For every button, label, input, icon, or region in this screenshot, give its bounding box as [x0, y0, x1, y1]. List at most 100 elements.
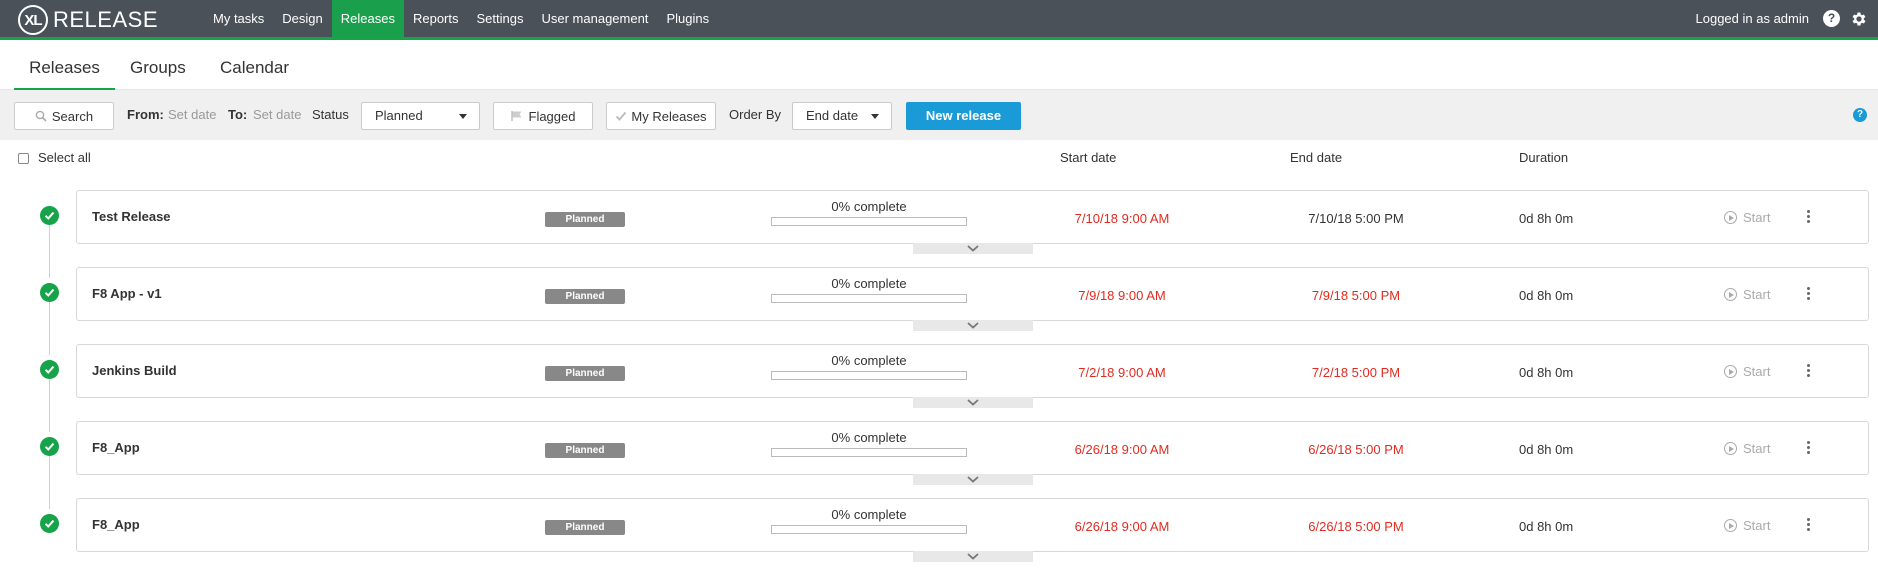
more-options-icon[interactable]: [1803, 514, 1813, 534]
start-date: 7/10/18 9:00 AM: [1074, 211, 1170, 226]
duration: 0d 8h 0m: [1519, 211, 1574, 226]
progress-text: 0% complete: [831, 276, 907, 291]
release-name[interactable]: F8 App - v1: [92, 286, 162, 301]
top-nav-bar: XL RELEASE My tasks Design Releases Repo…: [0, 0, 1878, 40]
duration: 0d 8h 0m: [1519, 288, 1574, 303]
start-button[interactable]: Start: [1724, 210, 1770, 225]
from-date-picker[interactable]: Set date: [168, 90, 216, 140]
timeline-connector: [49, 224, 50, 278]
column-header-start-date[interactable]: Start date: [1060, 150, 1116, 165]
start-label: Start: [1743, 210, 1771, 225]
tab-groups[interactable]: Groups: [130, 40, 186, 90]
more-options-icon[interactable]: [1803, 360, 1813, 380]
help-icon[interactable]: ?: [1853, 108, 1867, 122]
order-by-select[interactable]: End date: [792, 102, 892, 130]
user-area: Logged in as admin ?: [1696, 0, 1868, 37]
to-date-picker[interactable]: Set date: [253, 90, 301, 140]
progress-bar: [771, 217, 967, 226]
release-card[interactable]: F8_App Planned 0% complete 6/26/18 9:00 …: [76, 421, 1869, 475]
completed-check-icon: [40, 360, 59, 379]
progress-text: 0% complete: [831, 199, 907, 214]
logo[interactable]: XL RELEASE: [18, 5, 158, 35]
checkmark-icon: [616, 111, 627, 121]
search-button[interactable]: Search: [14, 102, 114, 130]
release-card[interactable]: F8 App - v1 Planned 0% complete 7/9/18 9…: [76, 267, 1869, 321]
play-icon: [1724, 519, 1737, 532]
release-name[interactable]: F8_App: [92, 517, 140, 532]
nav-settings[interactable]: Settings: [468, 0, 533, 37]
nav-user-management[interactable]: User management: [532, 0, 657, 37]
nav-my-tasks[interactable]: My tasks: [204, 0, 273, 37]
progress-text: 0% complete: [831, 507, 907, 522]
progress-text: 0% complete: [831, 430, 907, 445]
more-options-icon[interactable]: [1803, 206, 1813, 226]
release-card[interactable]: Test Release Planned 0% complete 7/10/18…: [76, 190, 1869, 244]
status-select[interactable]: Planned: [361, 102, 480, 130]
logo-text: RELEASE: [53, 7, 158, 32]
timeline-connector: [49, 378, 50, 432]
column-header-duration[interactable]: Duration: [1519, 150, 1568, 165]
progress-text: 0% complete: [831, 353, 907, 368]
progress-bar: [771, 371, 967, 380]
new-release-button[interactable]: New release: [906, 102, 1021, 130]
release-name[interactable]: F8_App: [92, 440, 140, 455]
completed-check-icon: [40, 437, 59, 456]
tab-releases[interactable]: Releases: [14, 40, 115, 90]
nav-releases[interactable]: Releases: [331, 0, 404, 37]
completed-check-icon: [40, 283, 59, 302]
chevron-down-icon: [459, 114, 467, 119]
expand-row-button[interactable]: [913, 243, 1033, 254]
filter-bar: Search From: Set date To: Set date Statu…: [0, 90, 1878, 140]
select-all-label: Select all: [38, 150, 91, 165]
release-card[interactable]: F8_App Planned 0% complete 6/26/18 9:00 …: [76, 498, 1869, 552]
nav-design[interactable]: Design: [273, 0, 331, 37]
more-options-icon[interactable]: [1803, 437, 1813, 457]
play-icon: [1724, 442, 1737, 455]
logged-in-user[interactable]: Logged in as admin: [1696, 11, 1809, 26]
start-button[interactable]: Start: [1724, 364, 1770, 379]
column-header-end-date[interactable]: End date: [1290, 150, 1342, 165]
expand-row-button[interactable]: [913, 320, 1033, 331]
nav-reports[interactable]: Reports: [404, 0, 468, 37]
expand-row-button[interactable]: [913, 474, 1033, 485]
flagged-toggle[interactable]: Flagged: [493, 102, 593, 130]
start-date: 6/26/18 9:00 AM: [1074, 442, 1170, 457]
end-date: 7/2/18 5:00 PM: [1311, 365, 1401, 380]
tab-calendar[interactable]: Calendar: [220, 40, 289, 90]
duration: 0d 8h 0m: [1519, 365, 1574, 380]
start-button[interactable]: Start: [1724, 287, 1770, 302]
status-badge: Planned: [545, 289, 625, 304]
release-name[interactable]: Jenkins Build: [92, 363, 177, 378]
start-label: Start: [1743, 441, 1771, 456]
expand-row-button[interactable]: [913, 551, 1033, 562]
duration: 0d 8h 0m: [1519, 442, 1574, 457]
from-label: From:: [127, 107, 164, 122]
expand-row-button[interactable]: [913, 397, 1033, 408]
status-label: Status: [312, 107, 349, 122]
sub-tabs: Releases Groups Calendar: [0, 40, 1878, 90]
end-date: 6/26/18 5:00 PM: [1308, 442, 1404, 457]
timeline-connector: [49, 455, 50, 509]
nav-plugins[interactable]: Plugins: [657, 0, 718, 37]
end-date: 7/10/18 5:00 PM: [1308, 211, 1404, 226]
chevron-down-icon: [967, 245, 979, 252]
help-icon[interactable]: ?: [1823, 10, 1840, 27]
start-button[interactable]: Start: [1724, 441, 1770, 456]
status-badge: Planned: [545, 520, 625, 535]
flagged-label: Flagged: [528, 108, 576, 124]
release-name[interactable]: Test Release: [92, 209, 171, 224]
flag-icon: [510, 111, 521, 121]
my-releases-label: My Releases: [631, 108, 707, 124]
timeline-connector: [49, 301, 50, 355]
chevron-down-icon: [967, 399, 979, 406]
start-date: 7/2/18 9:00 AM: [1078, 365, 1166, 380]
start-label: Start: [1743, 287, 1771, 302]
my-releases-toggle[interactable]: My Releases: [606, 102, 716, 130]
search-label: Search: [51, 108, 94, 124]
order-by-label: Order By: [729, 107, 782, 122]
release-card[interactable]: Jenkins Build Planned 0% complete 7/2/18…: [76, 344, 1869, 398]
gear-icon[interactable]: [1850, 10, 1868, 28]
start-button[interactable]: Start: [1724, 518, 1770, 533]
select-all-checkbox[interactable]: [18, 153, 29, 164]
more-options-icon[interactable]: [1803, 283, 1813, 303]
